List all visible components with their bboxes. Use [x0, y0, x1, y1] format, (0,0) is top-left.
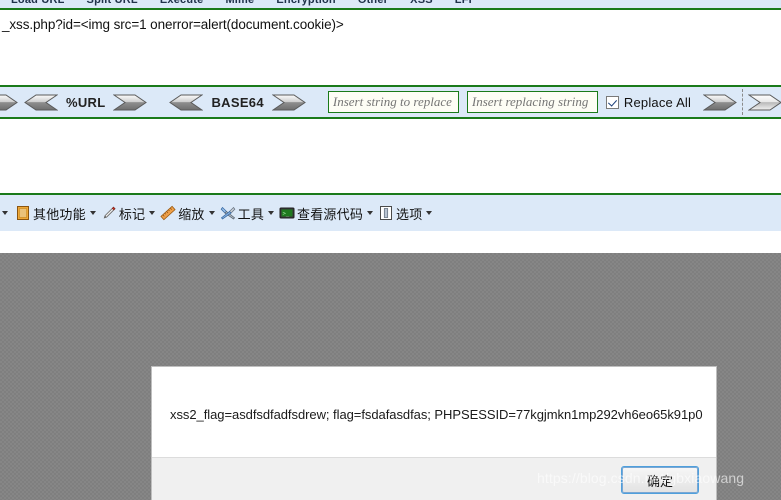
url-bar-region: _xss.php?id=<img src=1 onerror=alert(doc…: [0, 12, 781, 83]
menu-item-view-source[interactable]: >_ 查看源代码: [277, 202, 376, 225]
svg-text:>_: >_: [283, 211, 290, 217]
menu-label-view-source: 查看源代码: [297, 206, 364, 222]
book-orange-icon: [15, 205, 31, 221]
encode-group-url: %URL: [24, 94, 148, 111]
chevron-down-icon[interactable]: [2, 211, 8, 215]
menu-label-mark: 标记: [118, 206, 146, 222]
chevron-right-icon[interactable]: [113, 94, 148, 111]
encode-label-url[interactable]: %URL: [58, 95, 113, 110]
tools-icon: [220, 205, 236, 221]
chevron-down-icon[interactable]: [149, 211, 156, 215]
chevron-down-icon[interactable]: [426, 211, 433, 215]
menu-item-zoom[interactable]: 缩放: [158, 202, 217, 225]
top-menu-items: Load URL Split URL Execute Mime Encrypti…: [0, 0, 483, 8]
ruler-orange-icon: [160, 205, 176, 221]
chevron-left-icon[interactable]: [24, 94, 58, 111]
encode-label-base64[interactable]: BASE64: [203, 95, 271, 110]
top-menu-item-2[interactable]: Execute: [149, 0, 215, 6]
replace-all-label: Replace All: [623, 94, 692, 110]
menu-item-options[interactable]: 选项: [376, 202, 435, 225]
top-menu-item-7[interactable]: LFI: [444, 0, 483, 6]
toolbar-divider: [742, 89, 744, 115]
top-menu-item-6[interactable]: XSS: [399, 0, 444, 6]
alert-message: xss2_flag=asdfsdfadfsdrew; flag=fsdafasd…: [170, 407, 703, 422]
menu-label-tools: 工具: [237, 206, 265, 222]
alert-dialog: xss2_flag=asdfsdfadfsdrew; flag=fsdafasd…: [152, 367, 716, 500]
menu-label-zoom: 缩放: [178, 206, 205, 222]
checkmark-icon[interactable]: [605, 95, 619, 109]
url-input-value[interactable]: _xss.php?id=<img src=1 onerror=alert(doc…: [2, 17, 344, 32]
chevron-right-icon[interactable]: [748, 94, 781, 111]
top-menu-item-3[interactable]: Mime: [214, 0, 265, 6]
replace-all-checkbox[interactable]: Replace All: [598, 95, 691, 110]
replace-string-input[interactable]: [466, 91, 598, 113]
chevron-right-icon[interactable]: [703, 94, 738, 111]
options-icon: [378, 205, 394, 221]
menu-item-other-functions[interactable]: 其他功能: [13, 202, 99, 225]
alert-dialog-body: xss2_flag=asdfsdfadfsdrew; flag=fsdafasd…: [152, 367, 716, 457]
chevron-down-icon[interactable]: [89, 211, 96, 215]
menu-label-options: 选项: [396, 206, 423, 222]
content-gap: [0, 119, 781, 193]
top-menu-item-4[interactable]: Encryption: [265, 0, 346, 6]
chevron-left-icon[interactable]: [169, 94, 204, 111]
search-string-input[interactable]: [327, 91, 459, 113]
top-menu-bar[interactable]: Load URL Split URL Execute Mime Encrypti…: [0, 0, 781, 10]
chevron-down-icon[interactable]: [268, 211, 275, 215]
console-green-icon: >_: [279, 205, 295, 221]
top-menu-item-1[interactable]: Split URL: [76, 0, 149, 6]
chinese-menu-bar: 其他功能 标记 缩放 工具 >_ 查看源代码 选项: [0, 193, 781, 231]
menu-label-other-functions: 其他功能: [33, 206, 86, 222]
top-menu-item-5[interactable]: Other: [347, 0, 399, 6]
alert-dialog-footer: 确定: [152, 457, 716, 500]
encode-group-base64: BASE64: [169, 94, 306, 111]
menu-item-mark[interactable]: 标记: [99, 202, 158, 225]
chevron-down-icon[interactable]: [367, 211, 374, 215]
confirm-button[interactable]: 确定: [621, 466, 699, 494]
chevron-right-icon[interactable]: [0, 94, 18, 111]
pencil-red-icon: [101, 205, 117, 221]
chevron-down-icon[interactable]: [208, 211, 215, 215]
top-menu-item-0[interactable]: Load URL: [0, 0, 76, 6]
menu-item-tools[interactable]: 工具: [218, 202, 277, 225]
encode-toolbar: %URL BASE64 Insert string to replace Ins…: [0, 85, 781, 119]
chevron-right-icon[interactable]: [271, 94, 306, 111]
